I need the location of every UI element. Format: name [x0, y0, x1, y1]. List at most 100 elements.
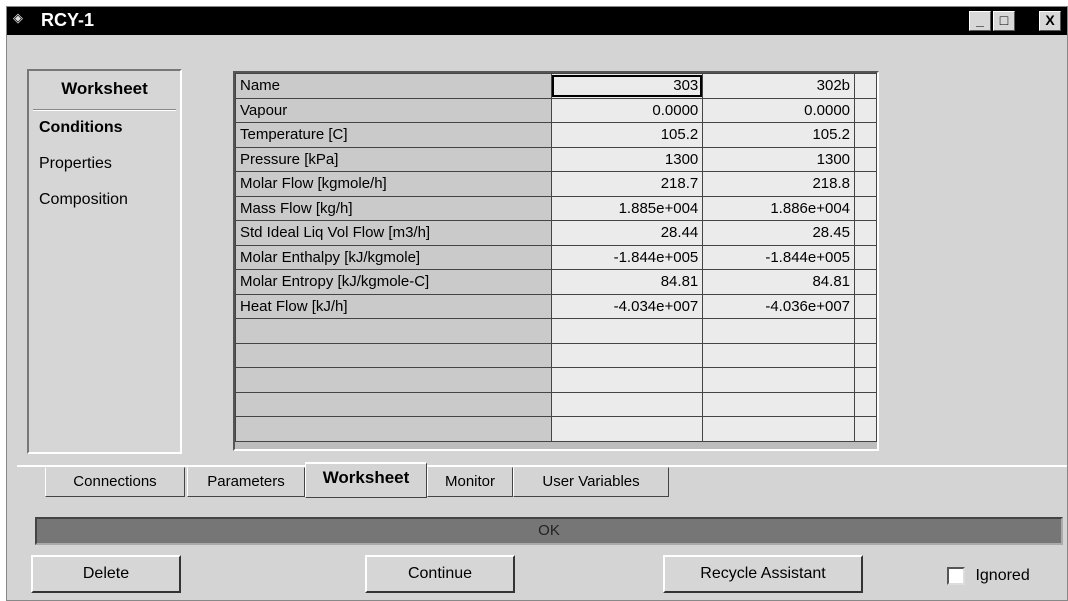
header-name-cell: Name — [235, 73, 552, 99]
sidebar-item-composition[interactable]: Composition — [39, 191, 128, 209]
value-cell[interactable]: 0.0000 — [702, 97, 856, 123]
row-label: Heat Flow [kJ/h] — [235, 293, 552, 319]
row-label: Mass Flow [kg/h] — [235, 195, 552, 221]
empty-cell — [854, 244, 877, 270]
value-cell[interactable]: 105.2 — [550, 122, 704, 148]
tab-monitor[interactable]: Monitor — [427, 467, 513, 497]
value-cell[interactable]: 218.7 — [550, 171, 704, 197]
empty-cell — [235, 318, 552, 344]
empty-cell[interactable] — [550, 342, 704, 368]
empty-cell[interactable] — [702, 342, 856, 368]
minimize-button[interactable]: _ — [969, 11, 991, 31]
ignored-label[interactable]: Ignored — [975, 567, 1029, 584]
empty-cell — [854, 195, 877, 221]
empty-cell[interactable] — [550, 367, 704, 393]
value-cell[interactable]: 218.8 — [702, 171, 856, 197]
table-row: Vapour 0.0000 0.0000 — [235, 97, 877, 123]
value-cell[interactable]: 1300 — [550, 146, 704, 172]
value-cell[interactable]: -1.844e+005 — [550, 244, 704, 270]
empty-row — [235, 391, 877, 417]
row-label: Molar Flow [kgmole/h] — [235, 171, 552, 197]
sidebar-item-properties[interactable]: Properties — [39, 155, 112, 173]
empty-cell[interactable] — [702, 367, 856, 393]
ignored-checkbox-group[interactable]: Ignored — [947, 567, 1030, 585]
row-label: Std Ideal Liq Vol Flow [m3/h] — [235, 220, 552, 246]
empty-cell[interactable] — [550, 416, 704, 442]
value-cell[interactable]: 1.885e+004 — [550, 195, 704, 221]
empty-cell — [235, 416, 552, 442]
row-label: Molar Entropy [kJ/kgmole-C] — [235, 269, 552, 295]
value-cell[interactable]: -1.844e+005 — [702, 244, 856, 270]
empty-cell — [854, 293, 877, 319]
value-cell[interactable]: 84.81 — [550, 269, 704, 295]
stream-303-header[interactable]: 303 — [550, 73, 704, 99]
value-cell[interactable]: 84.81 — [702, 269, 856, 295]
empty-cell — [854, 73, 877, 99]
table-row: Mass Flow [kg/h] 1.885e+004 1.886e+004 — [235, 195, 877, 221]
table-row: Std Ideal Liq Vol Flow [m3/h] 28.44 28.4… — [235, 220, 877, 246]
empty-row — [235, 318, 877, 344]
recycle-assistant-button[interactable]: Recycle Assistant — [663, 555, 863, 593]
conditions-table: Name 303 302b Vapour 0.0000 0.0000 Tempe… — [235, 73, 877, 442]
delete-button[interactable]: Delete — [31, 555, 181, 593]
value-cell[interactable]: 28.45 — [702, 220, 856, 246]
empty-cell — [854, 97, 877, 123]
empty-row — [235, 342, 877, 368]
tab-connections[interactable]: Connections — [45, 467, 185, 497]
value-cell[interactable]: 1.886e+004 — [702, 195, 856, 221]
empty-cell — [854, 122, 877, 148]
value-cell[interactable]: 0.0000 — [550, 97, 704, 123]
table-row: Molar Enthalpy [kJ/kgmole] -1.844e+005 -… — [235, 244, 877, 270]
empty-cell — [854, 146, 877, 172]
worksheet-sidebar: Worksheet Conditions Properties Composit… — [27, 69, 182, 454]
maximize-button[interactable]: □ — [993, 11, 1015, 31]
worksheet-grid: Name 303 302b Vapour 0.0000 0.0000 Tempe… — [233, 71, 879, 451]
empty-row — [235, 367, 877, 393]
continue-button[interactable]: Continue — [365, 555, 515, 593]
sidebar-divider — [33, 109, 176, 111]
status-bar: OK — [35, 517, 1063, 545]
value-cell[interactable]: 28.44 — [550, 220, 704, 246]
empty-row — [235, 416, 877, 442]
empty-cell[interactable] — [702, 318, 856, 344]
table-row: Molar Entropy [kJ/kgmole-C] 84.81 84.81 — [235, 269, 877, 295]
close-button[interactable]: X — [1039, 11, 1061, 31]
empty-cell — [235, 342, 552, 368]
table-row: Heat Flow [kJ/h] -4.034e+007 -4.036e+007 — [235, 293, 877, 319]
empty-cell — [235, 367, 552, 393]
row-label: Vapour — [235, 97, 552, 123]
row-label: Pressure [kPa] — [235, 146, 552, 172]
empty-cell[interactable] — [702, 416, 856, 442]
empty-cell — [854, 318, 877, 344]
empty-cell[interactable] — [702, 391, 856, 417]
tab-user-variables[interactable]: User Variables — [513, 467, 669, 497]
empty-cell — [854, 171, 877, 197]
stream-302b-header[interactable]: 302b — [702, 73, 856, 99]
tab-parameters[interactable]: Parameters — [187, 467, 305, 497]
app-icon: ◈ — [13, 10, 23, 25]
empty-cell — [854, 367, 877, 393]
ignored-checkbox[interactable] — [947, 567, 965, 585]
tab-worksheet[interactable]: Worksheet — [305, 462, 427, 498]
recycle-window: ◈ RCY-1 _ □ X Worksheet Conditions Prope… — [6, 6, 1068, 601]
row-label: Molar Enthalpy [kJ/kgmole] — [235, 244, 552, 270]
table-header-row: Name 303 302b — [235, 73, 877, 99]
title-bar[interactable]: ◈ RCY-1 _ □ X — [7, 7, 1067, 35]
empty-cell — [854, 342, 877, 368]
sidebar-heading: Worksheet — [61, 79, 148, 98]
window-title: RCY-1 — [41, 10, 95, 30]
value-cell[interactable]: 105.2 — [702, 122, 856, 148]
empty-cell — [854, 391, 877, 417]
sidebar-item-conditions[interactable]: Conditions — [39, 119, 123, 137]
table-row: Temperature [C] 105.2 105.2 — [235, 122, 877, 148]
empty-cell[interactable] — [550, 318, 704, 344]
empty-cell — [235, 391, 552, 417]
row-label: Temperature [C] — [235, 122, 552, 148]
value-cell[interactable]: -4.036e+007 — [702, 293, 856, 319]
value-cell[interactable]: 1300 — [702, 146, 856, 172]
empty-cell[interactable] — [550, 391, 704, 417]
empty-cell — [854, 220, 877, 246]
table-row: Molar Flow [kgmole/h] 218.7 218.8 — [235, 171, 877, 197]
value-cell[interactable]: -4.034e+007 — [550, 293, 704, 319]
empty-cell — [854, 416, 877, 442]
